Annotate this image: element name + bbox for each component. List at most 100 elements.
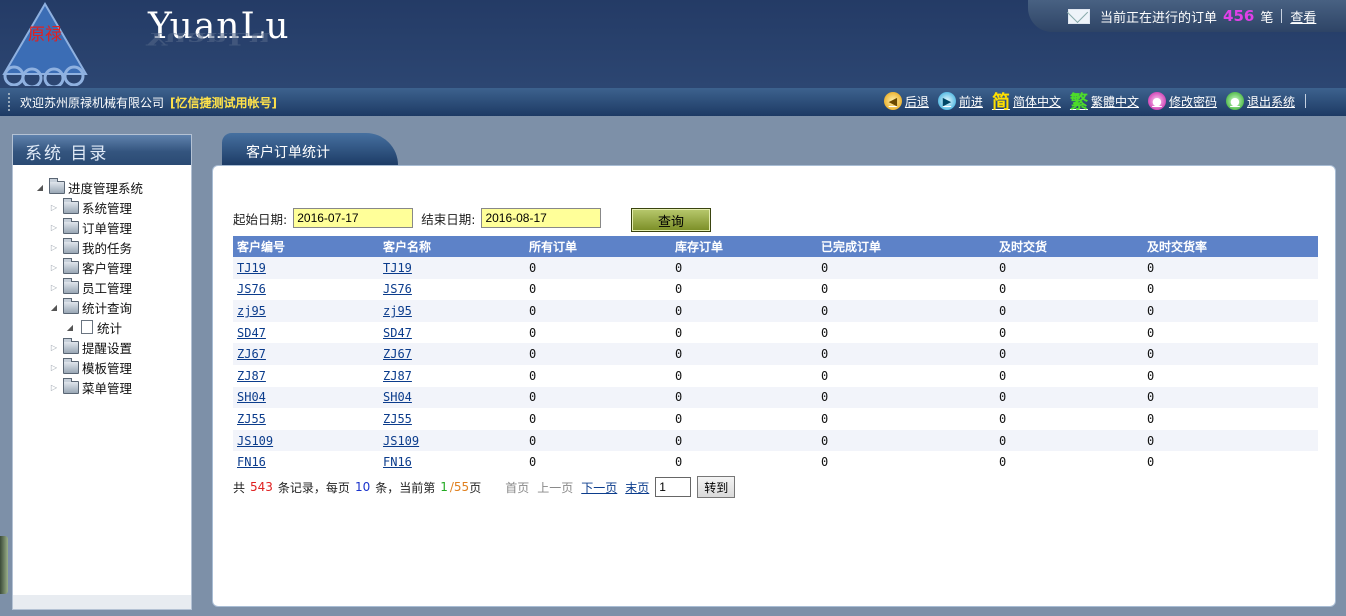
tree-node-stats[interactable]: ◢ 统计查询 xyxy=(33,297,191,317)
customer-name-link[interactable]: ZJ87 xyxy=(383,369,412,383)
tab-customer-order-stats[interactable]: 客户订单统计 xyxy=(222,133,398,165)
table-row: ZJ55 ZJ55 0 0 0 0 0 xyxy=(233,408,1318,430)
tree-node-customers[interactable]: ▷ 客户管理 xyxy=(33,257,191,277)
edge-resize-handle[interactable] xyxy=(0,536,8,594)
welcome-text: 欢迎苏州原禄机械有限公司 xyxy=(20,95,165,110)
collapsed-arrow-icon[interactable]: ▷ xyxy=(47,203,61,212)
change-password-link[interactable]: ● 修改密码 xyxy=(1147,92,1217,110)
header: 原禄 YuanLu YuanLu 当前正在进行的订单 456 笔 查看 xyxy=(0,0,1346,88)
customer-name-link[interactable]: SH04 xyxy=(383,390,412,404)
cell-all: 0 xyxy=(529,368,537,383)
cell-rate: 0 xyxy=(1143,386,1318,409)
current-page: 1 xyxy=(440,480,448,494)
expanded-arrow-icon: ◢ xyxy=(66,322,74,332)
customer-name-link[interactable]: zj95 xyxy=(383,304,412,318)
simplified-chinese-icon: 简 xyxy=(991,92,1010,113)
cell-rate: 0 xyxy=(1147,282,1155,297)
cell-done: 0 xyxy=(817,300,995,322)
tree-node-templates[interactable]: ▷ 模板管理 xyxy=(33,357,191,377)
expanded-arrow-icon[interactable]: ◢ xyxy=(33,183,47,192)
customer-code-link[interactable]: ZJ87 xyxy=(237,369,266,383)
next-page-link[interactable]: 下一页 xyxy=(581,479,617,496)
cell-ontime: 0 xyxy=(999,455,1007,470)
customer-code-link[interactable]: SD47 xyxy=(237,326,266,340)
customer-name-link[interactable]: JS76 xyxy=(383,282,412,296)
customer-code-link[interactable]: TJ19 xyxy=(237,261,266,275)
cell-rate: 0 xyxy=(1147,455,1155,470)
table-header-row: 客户编号 客户名称 所有订单 库存订单 已完成订单 及时交货 及时交货率 xyxy=(233,236,1318,257)
tree-node-system[interactable]: ▷ 系统管理 xyxy=(33,197,191,217)
query-button[interactable]: 查询 xyxy=(631,208,711,232)
cell-stock: 0 xyxy=(671,429,817,452)
customer-code-link[interactable]: JS76 xyxy=(237,282,266,296)
page-size: 10 xyxy=(354,480,371,494)
customer-code-link[interactable]: SH04 xyxy=(237,390,266,404)
customer-code-link[interactable]: ZJ55 xyxy=(237,412,266,426)
customer-name-link[interactable]: TJ19 xyxy=(383,261,412,275)
table-row: zj95 zj95 0 0 0 0 0 xyxy=(233,300,1318,322)
table-row: FN16 FN16 0 0 0 0 0 xyxy=(233,451,1318,473)
col-all-orders: 所有订单 xyxy=(525,236,671,257)
logout-link[interactable]: ● 退出系统 xyxy=(1225,92,1295,110)
expanded-arrow-icon[interactable]: ◢ xyxy=(47,303,61,312)
table-row: JS109 JS109 0 0 0 0 0 xyxy=(233,429,1318,452)
last-page-link[interactable]: 末页 xyxy=(625,479,649,496)
cell-ontime: 0 xyxy=(995,386,1143,409)
customer-code-link[interactable]: JS109 xyxy=(237,434,273,448)
order-notice: 当前正在进行的订单 456 笔 查看 xyxy=(1028,0,1346,32)
customer-name-link[interactable]: FN16 xyxy=(383,455,412,469)
customer-name-link[interactable]: ZJ55 xyxy=(383,412,412,426)
collapsed-arrow-icon[interactable]: ▷ xyxy=(47,363,61,372)
cell-ontime: 0 xyxy=(999,282,1007,297)
folder-icon xyxy=(63,197,79,214)
collapsed-arrow-icon[interactable]: ▷ xyxy=(47,223,61,232)
tree-node-menus[interactable]: ▷ 菜单管理 xyxy=(33,377,191,397)
goto-page-button[interactable]: 转到 xyxy=(697,476,736,498)
cell-stock: 0 xyxy=(675,325,683,340)
customer-name-link[interactable]: ZJ67 xyxy=(383,347,412,361)
simplified-chinese-link[interactable]: 简简体中文 xyxy=(991,92,1061,113)
customer-name-link[interactable]: JS109 xyxy=(383,434,419,448)
folder-icon xyxy=(63,337,79,354)
tree-node-tasks[interactable]: ▷ 我的任务 xyxy=(33,237,191,257)
collapsed-arrow-icon[interactable]: ▷ xyxy=(47,383,61,392)
prev-page-link: 上一页 xyxy=(537,480,574,495)
cell-done: 0 xyxy=(821,455,829,470)
folder-icon xyxy=(63,217,79,234)
pagination: 共 543 条记录，每页 10 条，当前第 1 / 55 页 首页 上一页 下一… xyxy=(233,476,736,498)
end-date-input[interactable] xyxy=(481,208,602,228)
notice-unit: 笔 xyxy=(1260,10,1274,26)
collapsed-arrow-icon[interactable]: ▷ xyxy=(47,263,61,272)
cell-stock: 0 xyxy=(675,411,683,426)
notice-divider xyxy=(1281,9,1283,23)
collapsed-arrow-icon[interactable]: ▷ xyxy=(47,243,61,252)
collapsed-arrow-icon[interactable]: ▷ xyxy=(47,283,61,292)
back-link[interactable]: ◀ 后退 xyxy=(883,92,929,110)
customer-code-link[interactable]: FN16 xyxy=(237,455,266,469)
customer-order-table: 客户编号 客户名称 所有订单 库存订单 已完成订单 及时交货 及时交货率 TJ1… xyxy=(233,236,1318,473)
content-panel: 起始日期: 结束日期: 查询 客户编号 客户名称 所有订单 库存订单 已完成订单… xyxy=(212,165,1336,607)
customer-name-link[interactable]: SD47 xyxy=(383,326,412,340)
cell-rate: 0 xyxy=(1143,257,1318,279)
customer-code-link[interactable]: ZJ67 xyxy=(237,347,266,361)
cell-ontime: 0 xyxy=(999,368,1007,383)
customer-code-link[interactable]: zj95 xyxy=(237,304,266,318)
start-date-input[interactable] xyxy=(293,208,414,228)
lock-icon: ● xyxy=(1147,92,1166,110)
tree-node-root[interactable]: ◢ 进度管理系统 xyxy=(33,177,191,197)
folder-icon xyxy=(63,357,79,374)
view-orders-link[interactable]: 查看 xyxy=(1290,7,1316,26)
traditional-chinese-link[interactable]: 繁繁體中文 xyxy=(1070,92,1139,113)
cell-rate: 0 xyxy=(1147,411,1155,426)
top-nav-bar: 欢迎苏州原禄机械有限公司 [忆信捷测试用帐号] ◀ 后退 ▶ 前进 简简体中文 繁繁… xyxy=(0,88,1346,116)
forward-link[interactable]: ▶ 前进 xyxy=(937,92,983,110)
collapsed-arrow-icon[interactable]: ▷ xyxy=(47,343,61,352)
nav-divider xyxy=(1305,94,1306,108)
page-number-input[interactable] xyxy=(655,477,692,497)
tree-node-orders[interactable]: ▷ 订单管理 xyxy=(33,217,191,237)
cell-done: 0 xyxy=(821,325,829,340)
tree-node-stats-child[interactable]: ◢ 统计 xyxy=(33,317,191,337)
tree-node-staff[interactable]: ▷ 员工管理 xyxy=(33,277,191,297)
tree-node-reminders[interactable]: ▷ 提醒设置 xyxy=(33,337,191,357)
table-row: JS76 JS76 0 0 0 0 0 xyxy=(233,279,1318,301)
